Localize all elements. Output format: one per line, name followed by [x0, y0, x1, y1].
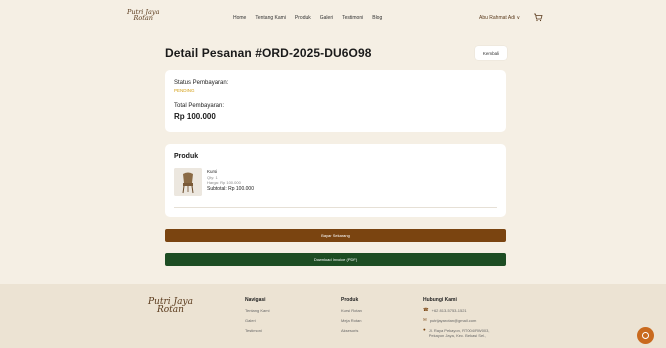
chat-bubble-icon	[642, 332, 649, 339]
nav-tentang-kami[interactable]: Tentang Kami	[255, 15, 286, 21]
divider	[174, 207, 497, 208]
email-text: putrijayarotan@gmail.com	[429, 318, 477, 323]
chat-icon[interactable]	[637, 327, 654, 344]
footer-logo-line2: Rotan	[156, 305, 184, 315]
footer-logo[interactable]: Putri Jaya Rotan	[148, 298, 193, 315]
footer-link-aksesoris[interactable]: Aksesoris	[341, 328, 362, 333]
email-icon: ✉	[423, 317, 427, 322]
product-section-title: Produk	[174, 153, 199, 160]
nav-galeri[interactable]: Galeri	[320, 15, 333, 21]
nav-home[interactable]: Home	[233, 15, 246, 21]
product-price: Harga: Rp 100.000	[207, 180, 241, 185]
contact-phone[interactable]: ☎ +62 813-5753-1521	[423, 307, 490, 313]
nav-produk[interactable]: Produk	[295, 15, 311, 21]
footer-link-testimoni[interactable]: Testimoni	[245, 328, 269, 333]
status-label: Status Pembayaran:	[174, 80, 229, 86]
total-label: Total Pembayaran:	[174, 103, 225, 109]
footer-link-tentang-kami[interactable]: Tentang Kami	[245, 308, 269, 313]
phone-icon: ☎	[423, 307, 429, 312]
product-subtotal: Subtotal: Rp 100.000	[207, 186, 254, 192]
footer-link-meja-rotan[interactable]: Meja Rotan	[341, 318, 362, 323]
footer-nav-column: Navigasi Tentang Kami Galeri Testimoni	[245, 297, 269, 338]
chair-image-icon	[174, 168, 202, 196]
footer: Putri Jaya Rotan Navigasi Tentang Kami G…	[0, 284, 666, 348]
back-button[interactable]: Kembali	[475, 46, 507, 60]
phone-text: +62 813-5753-1521	[431, 308, 467, 313]
footer-product-heading: Produk	[341, 297, 359, 303]
nav-blog[interactable]: Blog	[372, 15, 382, 21]
address-text: Jl. Raya Pekayon, RT004/RW003, Pekayon J…	[429, 328, 490, 338]
top-navbar: Putri Jaya Rotan Home Tentang Kami Produ…	[0, 0, 666, 36]
footer-link-kursi-rotan[interactable]: Kursi Rotan	[341, 308, 362, 313]
status-badge: PENDING	[174, 88, 195, 93]
page-title: Detail Pesanan #ORD-2025-DU6O98	[165, 46, 372, 60]
footer-product-column: Produk Kursi Rotan Meja Rotan Aksesoris	[341, 297, 362, 338]
product-card: Produk Kursi Qty: 1 Harga: Rp 100.000 Su…	[165, 144, 506, 217]
download-invoice-button[interactable]: Download Invoice (PDF)	[165, 253, 506, 266]
pay-now-button[interactable]: Bayar Sekarang	[165, 229, 506, 242]
contact-email[interactable]: ✉ putrijayarotan@gmail.com	[423, 317, 490, 323]
total-amount: Rp 100.000	[174, 112, 216, 121]
product-name: Kursi	[207, 169, 218, 174]
contact-address: ● Jl. Raya Pekayon, RT004/RW003, Pekayon…	[423, 327, 490, 338]
payment-status-card: Status Pembayaran: PENDING Total Pembaya…	[165, 70, 506, 132]
address-line2: Pekayon Jaya, Kec. Bekasi Sel.,	[428, 333, 487, 338]
footer-contact-heading: Hubungi Kami	[423, 297, 457, 303]
footer-contact-column: Hubungi Kami ☎ +62 813-5753-1521 ✉ putri…	[423, 297, 490, 343]
location-icon: ●	[423, 327, 426, 332]
cart-icon[interactable]	[533, 12, 543, 22]
brand-logo[interactable]: Putri Jaya Rotan	[127, 9, 159, 22]
nav-testimoni[interactable]: Testimoni	[342, 15, 363, 21]
product-thumbnail	[174, 168, 202, 196]
main-nav: Home Tentang Kami Produk Galeri Testimon…	[233, 15, 382, 21]
footer-nav-heading: Navigasi	[245, 297, 266, 303]
user-menu[interactable]: Abu Rahmat Adi ∨	[479, 15, 520, 21]
footer-link-galeri[interactable]: Galeri	[245, 318, 269, 323]
